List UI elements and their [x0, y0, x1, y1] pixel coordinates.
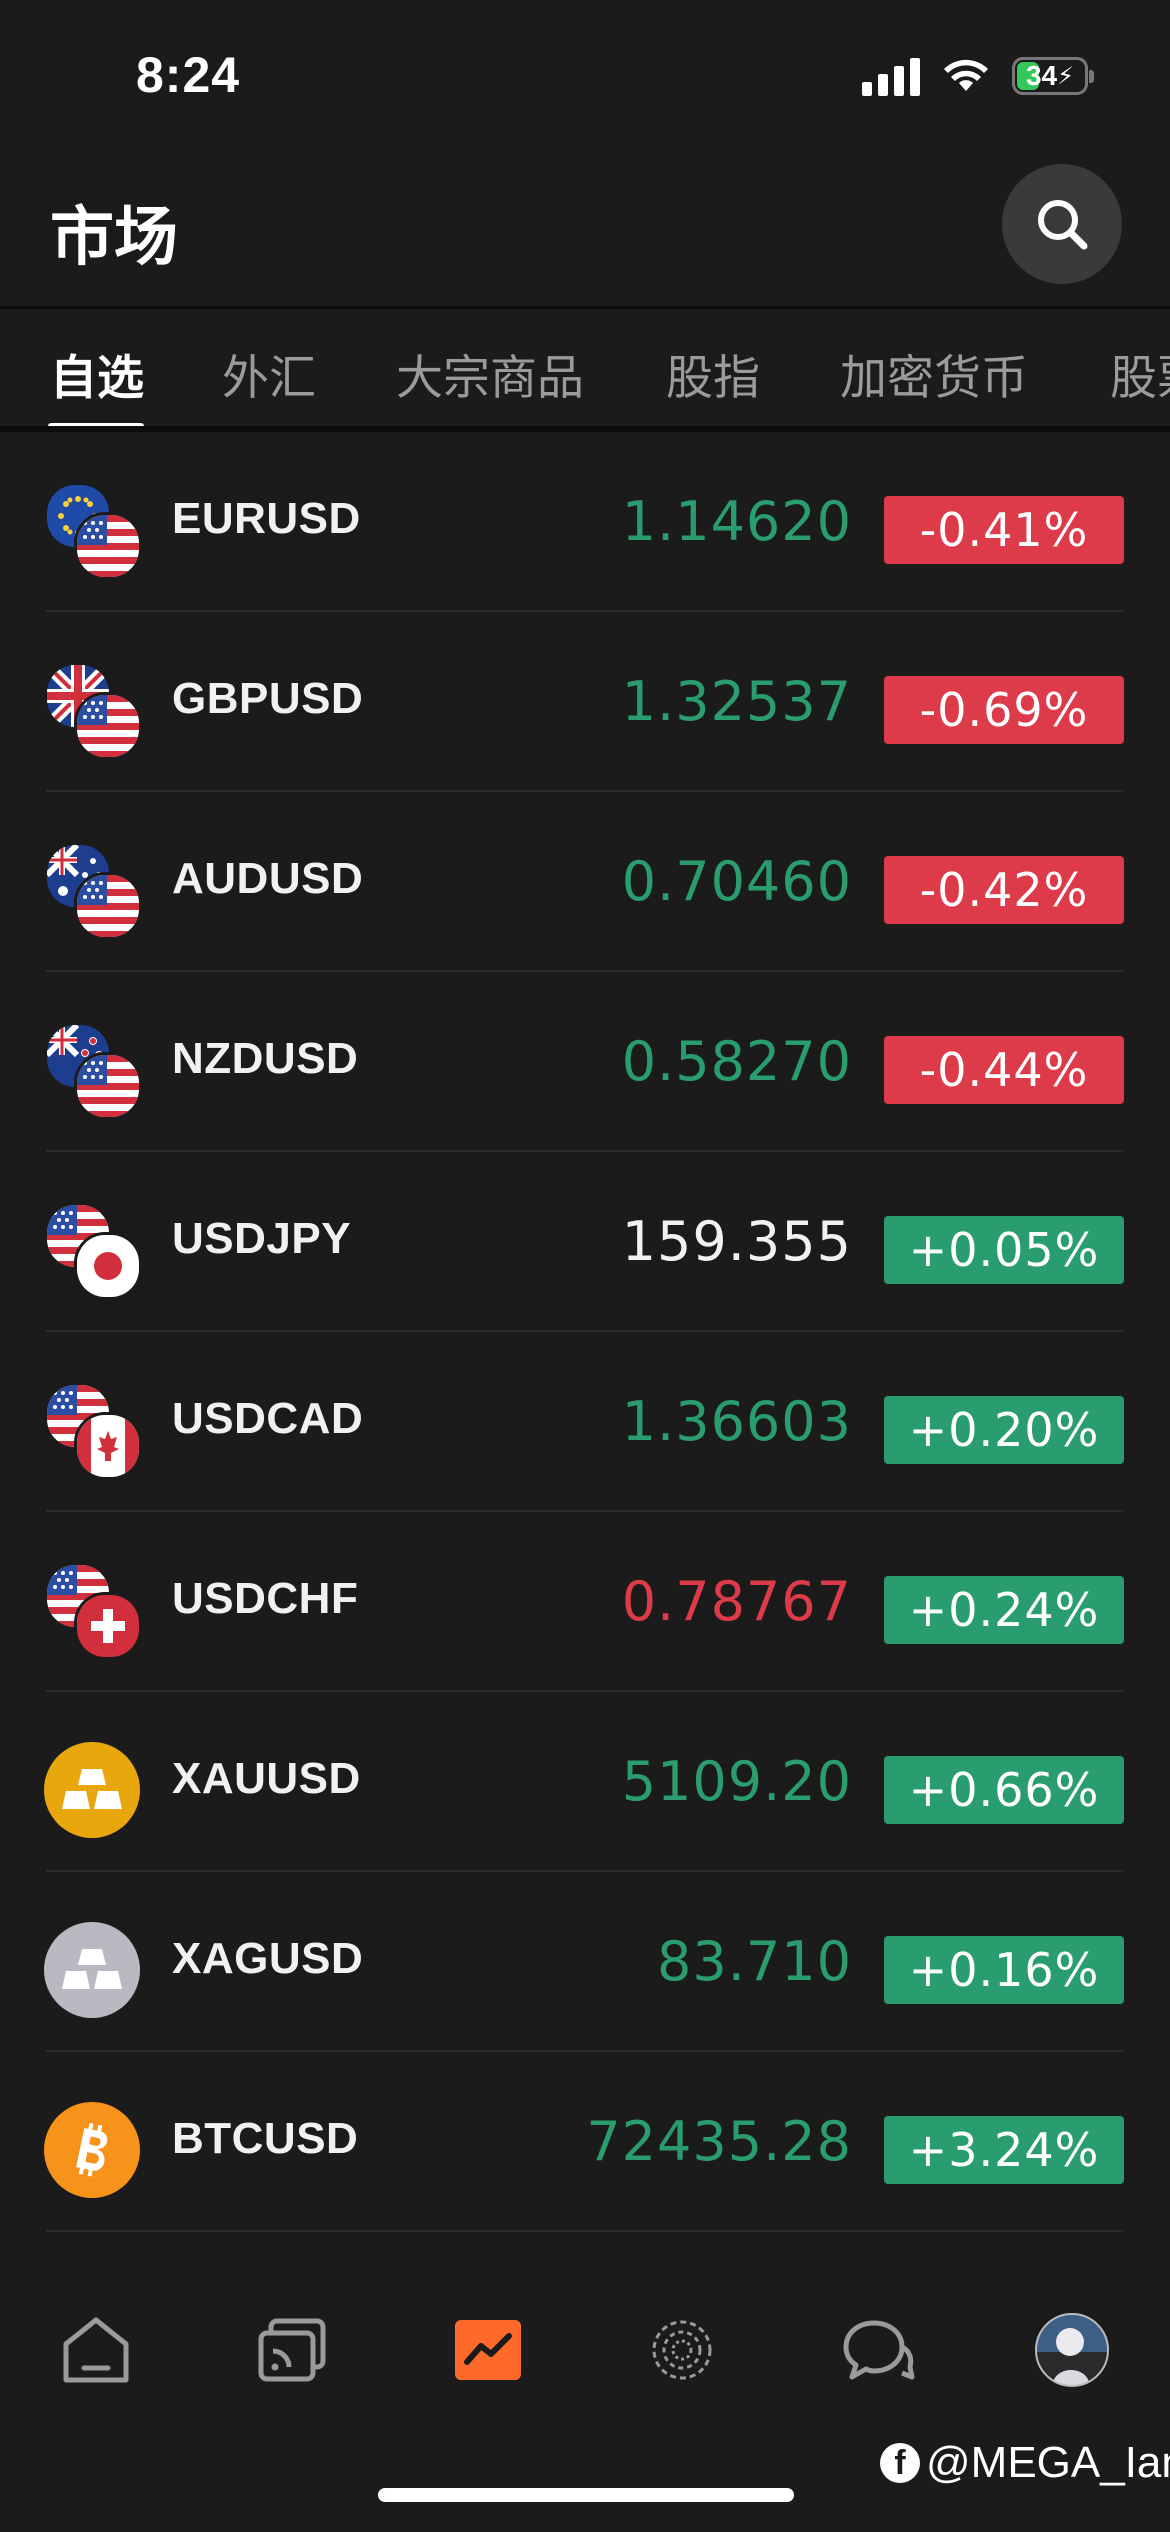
symbol-name: USDJPY: [172, 1214, 352, 1263]
status-icons: 34 ⚡: [862, 52, 1094, 100]
change-badge: -0.69%: [884, 676, 1124, 744]
us-flag-icon: [74, 512, 142, 580]
market-row-btcusd[interactable]: BTCUSD 72435.28 +3.24%: [0, 2052, 1170, 2232]
change-badge: +0.05%: [884, 1216, 1124, 1284]
symbol-name: EURUSD: [172, 494, 361, 543]
home-icon: [63, 2317, 129, 2383]
market-row-audusd[interactable]: AUDUSD 0.70460 -0.42%: [0, 792, 1170, 972]
gold-bars-icon: [44, 1742, 140, 1838]
currency-pair-icon: [44, 1562, 144, 1662]
bitcoin-icon: [44, 2102, 140, 2198]
price: 72435.28: [586, 2110, 852, 2173]
price: 1.32537: [621, 670, 852, 733]
symbol-name: BTCUSD: [172, 2114, 359, 2163]
change-badge: +3.24%: [884, 2116, 1124, 2184]
tab-forex[interactable]: 外汇: [222, 339, 316, 408]
change-badge: -0.42%: [884, 856, 1124, 924]
crypto-icon: [44, 2102, 144, 2202]
page-title: 市场: [50, 201, 178, 273]
facebook-icon: f: [880, 2443, 920, 2483]
status-time: 8:24: [136, 47, 241, 103]
symbol-name: GBPUSD: [172, 674, 364, 723]
symbol-name: USDCHF: [172, 1574, 359, 1623]
price: 1.14620: [621, 490, 852, 553]
us-flag-icon: [74, 872, 142, 940]
silver-bars-icon: [44, 1922, 140, 2018]
tab-commodities[interactable]: 大宗商品: [396, 339, 584, 408]
discover-icon: [652, 2320, 712, 2380]
divider: [46, 2230, 1124, 2232]
market-row-eurusd[interactable]: EURUSD 1.14620 -0.41%: [0, 432, 1170, 612]
price: 0.78767: [621, 1570, 852, 1633]
us-flag-icon: [74, 1052, 142, 1120]
change-badge: +0.24%: [884, 1576, 1124, 1644]
chat-icon: [843, 2320, 915, 2380]
tab-crypto[interactable]: 加密货币: [840, 339, 1028, 408]
change-badge: +0.16%: [884, 1936, 1124, 2004]
price: 1.36603: [621, 1390, 852, 1453]
tab-watchlist[interactable]: 自选: [50, 339, 144, 408]
price: 0.58270: [621, 1030, 852, 1093]
battery-level: 34: [1025, 60, 1058, 91]
symbol-name: USDCAD: [172, 1394, 364, 1443]
tab-stocks[interactable]: 股票: [1110, 339, 1170, 408]
symbol-name: NZDUSD: [172, 1034, 359, 1083]
market-row-nzdusd[interactable]: NZDUSD 0.58270 -0.44%: [0, 972, 1170, 1152]
market-row-xagusd[interactable]: XAGUSD 83.710 +0.16%: [0, 1872, 1170, 2052]
canada-flag-icon: [74, 1412, 142, 1480]
nav-markets[interactable]: [448, 2310, 528, 2390]
cellular-signal-icon: [862, 56, 920, 96]
price: 83.710: [657, 1930, 852, 1993]
bottom-navigation: [0, 2310, 1170, 2420]
nav-discover[interactable]: [642, 2310, 722, 2390]
nav-profile[interactable]: [1032, 2310, 1112, 2390]
wifi-icon: [944, 59, 988, 91]
commodity-icon: [44, 1922, 144, 2022]
home-indicator[interactable]: [378, 2488, 794, 2502]
currency-pair-icon: [44, 1022, 144, 1122]
nav-home[interactable]: [56, 2310, 136, 2390]
price: 0.70460: [621, 850, 852, 913]
search-button[interactable]: [1002, 164, 1122, 284]
nav-chat[interactable]: [838, 2310, 918, 2390]
currency-pair-icon: [44, 1202, 144, 1302]
active-tab-indicator: [48, 423, 144, 426]
watermark: f @MEGA_Ian: [880, 2438, 1170, 2488]
battery-icon: 34 ⚡: [1012, 57, 1094, 95]
market-row-gbpusd[interactable]: GBPUSD 1.32537 -0.69%: [0, 612, 1170, 792]
symbol-name: AUDUSD: [172, 854, 364, 903]
currency-pair-icon: [44, 662, 144, 762]
us-flag-icon: [74, 692, 142, 760]
status-bar: 8:24 34 ⚡: [0, 0, 1170, 150]
watermark-text: @MEGA_Ian: [926, 2438, 1170, 2487]
market-row-xauusd[interactable]: XAUUSD 5109.20 +0.66%: [0, 1692, 1170, 1872]
change-badge: +0.66%: [884, 1756, 1124, 1824]
commodity-icon: [44, 1742, 144, 1842]
currency-pair-icon: [44, 482, 144, 582]
avatar: [1035, 2313, 1109, 2387]
tab-indices[interactable]: 股指: [666, 339, 760, 408]
symbol-name: XAGUSD: [172, 1934, 364, 1983]
change-badge: -0.41%: [884, 496, 1124, 564]
nav-feed[interactable]: [252, 2310, 332, 2390]
market-row-usdjpy[interactable]: USDJPY 159.355 +0.05%: [0, 1152, 1170, 1332]
market-row-usdcad[interactable]: USDCAD 1.36603 +0.20%: [0, 1332, 1170, 1512]
currency-pair-icon: [44, 1382, 144, 1482]
search-icon: [1038, 200, 1088, 250]
market-chart-icon: [455, 2320, 521, 2380]
feed-icon: [258, 2318, 326, 2382]
change-badge: -0.44%: [884, 1036, 1124, 1104]
market-list: EURUSD 1.14620 -0.41% GBPUSD 1.32537 -0.…: [0, 432, 1170, 2232]
market-row-usdchf[interactable]: USDCHF 0.78767 +0.24%: [0, 1512, 1170, 1692]
change-badge: +0.20%: [884, 1396, 1124, 1464]
category-tabs: 自选 外汇 大宗商品 股指 加密货币 股票: [0, 306, 1170, 432]
price: 159.355: [621, 1210, 852, 1273]
currency-pair-icon: [44, 842, 144, 942]
japan-flag-icon: [74, 1232, 142, 1300]
price: 5109.20: [621, 1750, 852, 1813]
switzerland-flag-icon: [74, 1592, 142, 1660]
symbol-name: XAUUSD: [172, 1754, 361, 1803]
